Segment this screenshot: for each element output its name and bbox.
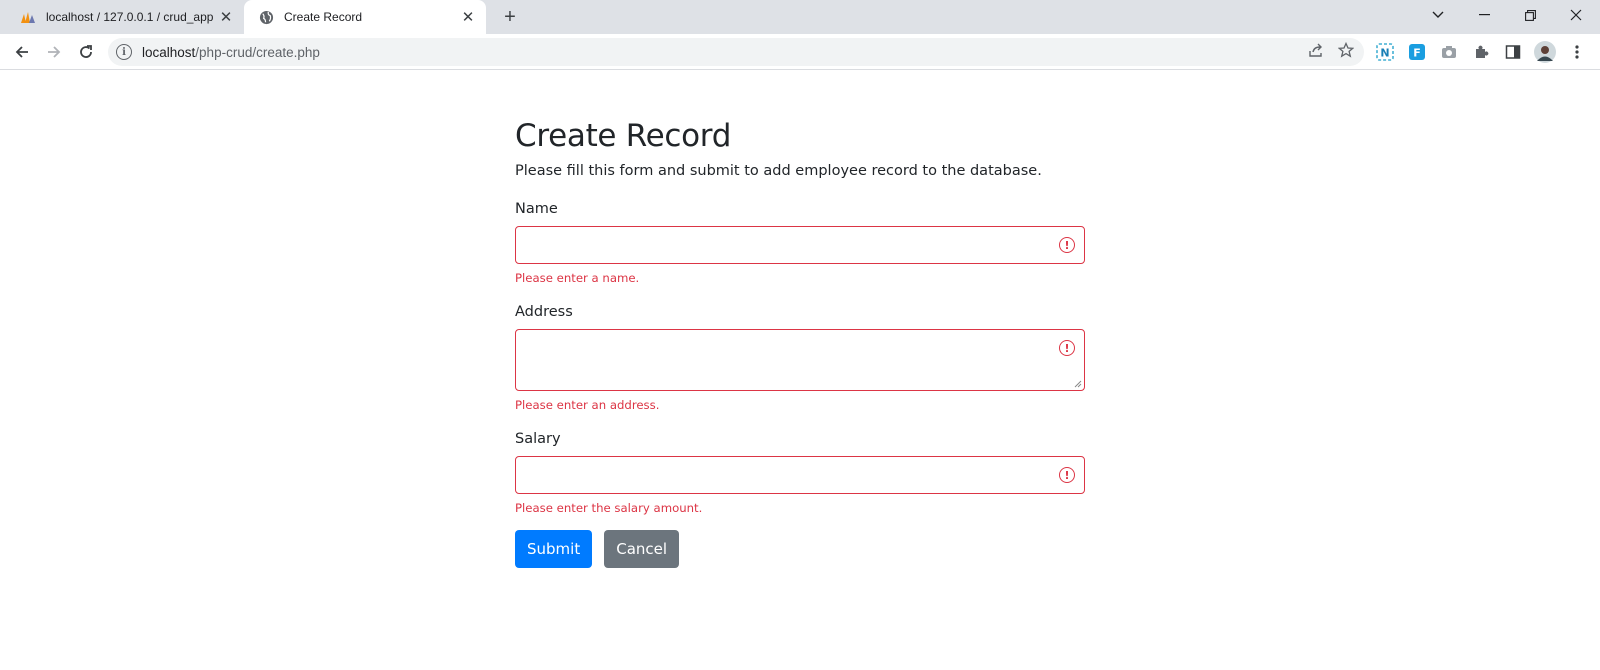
error-icon: !: [1059, 237, 1075, 253]
close-window-button[interactable]: [1553, 0, 1599, 30]
svg-text:F: F: [1413, 47, 1421, 60]
restore-button[interactable]: [1507, 0, 1553, 30]
tab-title: Create Record: [284, 10, 363, 24]
salary-label: Salary: [515, 431, 561, 447]
site-info-icon[interactable]: i: [116, 44, 132, 60]
address-field: !: [515, 329, 1085, 391]
salary-group: Salary ! Please enter the salary amount.: [515, 431, 1085, 515]
form-description: Please fill this form and submit to add …: [515, 163, 1042, 179]
address-bar[interactable]: i localhost/php-crud/create.php: [108, 38, 1364, 66]
new-tab-button[interactable]: +: [498, 5, 522, 29]
error-icon: !: [1059, 340, 1075, 356]
name-group: Name ! Please enter a name.: [515, 201, 1085, 285]
salary-field: !: [515, 456, 1085, 494]
name-field: !: [515, 226, 1085, 264]
close-tab-icon[interactable]: ✕: [458, 7, 478, 27]
minimize-button[interactable]: [1461, 0, 1507, 30]
globe-icon: [258, 9, 274, 25]
address-error: Please enter an address.: [515, 398, 660, 412]
error-icon: !: [1059, 467, 1075, 483]
share-icon[interactable]: [1308, 42, 1324, 63]
url-path: /php-crud/create.php: [195, 44, 320, 60]
salary-error: Please enter the salary amount.: [515, 501, 703, 515]
tab-title: localhost / 127.0.0.1 / crud_app |: [46, 10, 216, 24]
form-actions: Submit Cancel: [515, 530, 1085, 568]
browser-toolbar: i localhost/php-crud/create.php N F: [0, 34, 1600, 70]
back-button[interactable]: [8, 38, 36, 66]
bookmark-star-icon[interactable]: [1337, 41, 1355, 63]
url-host: localhost: [142, 44, 196, 60]
tab-strip: localhost / 127.0.0.1 / crud_app | ✕ Cre…: [0, 0, 1600, 34]
address-group: Address ! Please enter an address.: [515, 304, 1085, 412]
extension-f-icon[interactable]: F: [1406, 41, 1428, 63]
cancel-button[interactable]: Cancel: [604, 530, 680, 568]
tab-create-record[interactable]: Create Record ✕: [244, 0, 486, 34]
side-panel-icon[interactable]: [1502, 41, 1524, 63]
forward-button[interactable]: [40, 38, 68, 66]
create-record-form: Create Record Please fill this form and …: [515, 118, 1085, 568]
tab-phpmyadmin[interactable]: localhost / 127.0.0.1 / crud_app | ✕: [8, 0, 244, 34]
tab-search-icon[interactable]: [1415, 0, 1461, 30]
page-title: Create Record: [515, 118, 732, 154]
salary-input[interactable]: [516, 457, 1084, 493]
address-label: Address: [515, 304, 573, 320]
url-text: localhost/php-crud/create.php: [142, 45, 320, 60]
address-textarea[interactable]: [516, 330, 1084, 390]
extensions-puzzle-icon[interactable]: [1470, 41, 1492, 63]
name-error: Please enter a name.: [515, 271, 640, 285]
profile-avatar[interactable]: [1534, 41, 1556, 63]
resize-handle-icon[interactable]: [1074, 380, 1082, 388]
extension-n-icon[interactable]: N: [1374, 41, 1396, 63]
reload-button[interactable]: [72, 38, 100, 66]
name-input[interactable]: [516, 227, 1084, 263]
page-content: Create Record Please fill this form and …: [0, 71, 1600, 670]
svg-text:N: N: [1380, 47, 1389, 60]
close-tab-icon[interactable]: ✕: [216, 7, 236, 27]
phpmyadmin-icon: [20, 9, 36, 25]
submit-button[interactable]: Submit: [515, 530, 593, 568]
name-label: Name: [515, 201, 558, 217]
menu-kebab-icon[interactable]: [1566, 41, 1588, 63]
camera-icon[interactable]: [1438, 41, 1460, 63]
